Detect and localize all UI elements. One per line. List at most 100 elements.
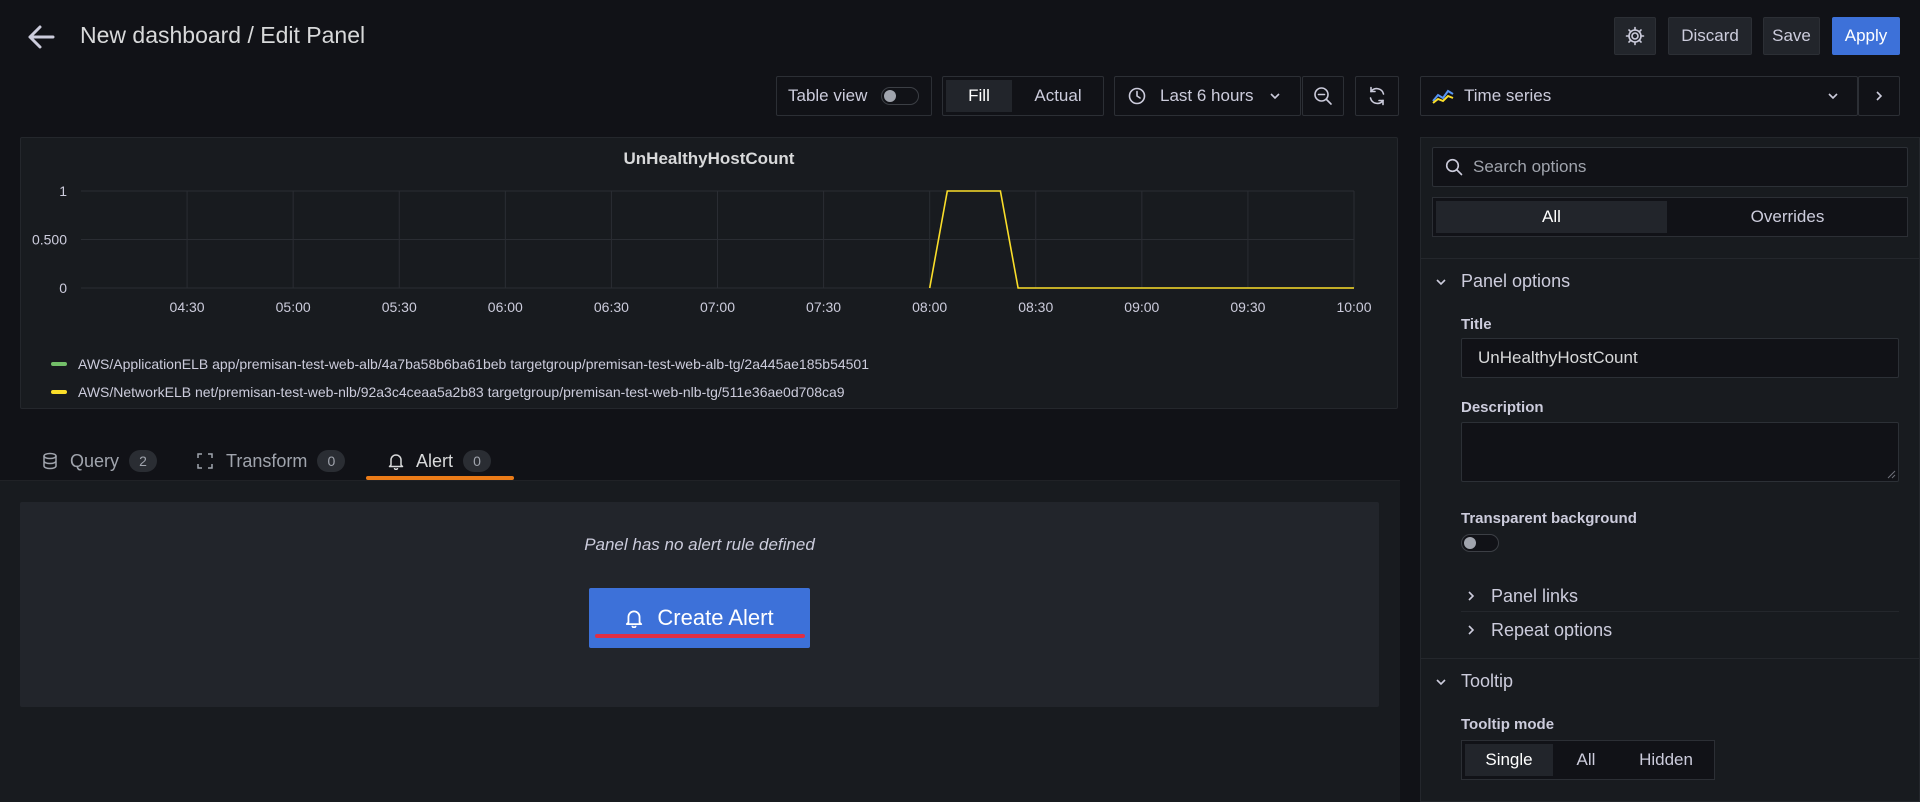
x-tick-label: 09:00 <box>1124 299 1159 315</box>
chevron-right-icon <box>1468 625 1475 635</box>
filter-overrides[interactable]: Overrides <box>1671 201 1904 233</box>
chevron-down-icon <box>1828 93 1838 100</box>
chevron-down-icon <box>1436 678 1446 685</box>
y-tick-label: 0.500 <box>32 232 67 248</box>
tooltip-mode-label: Tooltip mode <box>1461 716 1555 733</box>
panel-options-header[interactable]: Panel options <box>1435 271 1570 292</box>
transparent-bg-label: Transparent background <box>1461 510 1637 527</box>
table-view-label: Table view <box>788 86 868 105</box>
resize-handle-icon[interactable] <box>1886 469 1896 479</box>
settings-button[interactable] <box>1614 17 1656 55</box>
panel-links-header[interactable]: Panel links <box>1461 582 1899 610</box>
alert-empty-box: Panel has no alert rule defined Create A… <box>20 502 1379 707</box>
divider <box>1461 611 1899 612</box>
database-icon <box>43 452 57 470</box>
panel-options-title: Panel options <box>1461 271 1571 291</box>
x-tick-label: 05:00 <box>276 299 311 315</box>
x-tick-label: 06:30 <box>594 299 629 315</box>
y-tick-label: 0 <box>59 280 67 296</box>
legend-label: AWS/ApplicationELB app/premisan-test-web… <box>78 356 869 372</box>
page-title: New dashboard / Edit Panel <box>80 22 366 48</box>
legend-swatch <box>51 390 67 394</box>
title-field-label: Title <box>1461 316 1492 333</box>
tab-query[interactable]: Query 2 <box>42 442 158 480</box>
refresh-button[interactable] <box>1355 76 1399 116</box>
x-tick-label: 09:30 <box>1230 299 1265 315</box>
tooltip-mode-toggle: Single All Hidden <box>1461 740 1715 780</box>
tab-alert[interactable]: Alert 0 <box>388 442 492 480</box>
chevron-right-icon <box>1876 91 1883 101</box>
visualization-picker[interactable]: Time series <box>1420 76 1858 116</box>
annotation-underline <box>595 634 805 638</box>
time-range-label: Last 6 hours <box>1160 86 1254 105</box>
tooltip-mode-hidden[interactable]: Hidden <box>1619 744 1713 776</box>
options-filter-toggle: All Overrides <box>1432 197 1908 237</box>
x-tick-label: 07:30 <box>806 299 841 315</box>
tooltip-header[interactable]: Tooltip <box>1435 671 1513 692</box>
tab-transform-count: 0 <box>317 450 346 472</box>
zoom-out-button[interactable] <box>1302 76 1344 116</box>
title-field-value: UnHealthyHostCount <box>1478 348 1638 367</box>
tab-alert-label: Alert <box>416 450 454 471</box>
legend-label: AWS/NetworkELB net/premisan-test-web-nlb… <box>78 384 845 400</box>
chevron-down-icon <box>1436 278 1446 285</box>
x-tick-label: 08:00 <box>912 299 947 315</box>
legend-item[interactable]: AWS/ApplicationELB app/premisan-test-web… <box>51 350 869 378</box>
filter-all[interactable]: All <box>1436 201 1667 233</box>
chart-legend: AWS/ApplicationELB app/premisan-test-web… <box>51 350 869 406</box>
time-series-icon <box>1432 89 1454 104</box>
search-options-input[interactable]: Search options <box>1432 147 1908 187</box>
x-tick-label: 04:30 <box>170 299 205 315</box>
panel-links-label: Panel links <box>1491 585 1579 606</box>
create-alert-button[interactable]: Create Alert <box>589 588 810 648</box>
divider <box>1421 258 1919 259</box>
chevron-down-icon <box>1269 93 1280 100</box>
x-tick-label: 07:00 <box>700 299 735 315</box>
transform-icon <box>197 453 213 469</box>
legend-swatch <box>51 362 67 366</box>
bell-icon <box>626 610 643 628</box>
tooltip-title: Tooltip <box>1461 671 1514 691</box>
tab-transform-label: Transform <box>226 450 308 471</box>
tooltip-mode-all[interactable]: All <box>1556 744 1616 776</box>
time-range-picker[interactable]: Last 6 hours <box>1114 76 1301 116</box>
bell-icon <box>388 454 404 470</box>
gear-icon <box>1625 26 1645 46</box>
alert-empty-message: Panel has no alert rule defined <box>584 535 815 554</box>
x-tick-label: 10:00 <box>1336 299 1371 315</box>
apply-button[interactable]: Apply <box>1832 17 1900 55</box>
discard-button[interactable]: Discard <box>1668 17 1752 55</box>
search-options-placeholder: Search options <box>1473 157 1587 176</box>
tab-transform[interactable]: Transform 0 <box>196 442 346 480</box>
zoom-out-icon <box>1314 87 1332 105</box>
save-button[interactable]: Save <box>1763 17 1820 55</box>
tab-query-count: 2 <box>129 450 158 472</box>
actual-option[interactable]: Actual <box>1015 80 1101 112</box>
search-icon <box>1445 158 1463 176</box>
fill-option[interactable]: Fill <box>946 80 1012 112</box>
clock-icon <box>1128 87 1146 105</box>
description-field-label: Description <box>1461 399 1544 416</box>
repeat-options-label: Repeat options <box>1491 619 1613 640</box>
chart-title: UnHealthyHostCount <box>623 149 795 168</box>
chevron-right-icon <box>1468 591 1475 601</box>
legend-item[interactable]: AWS/NetworkELB net/premisan-test-web-nlb… <box>51 378 869 406</box>
x-tick-label: 08:30 <box>1018 299 1053 315</box>
title-field[interactable]: UnHealthyHostCount <box>1461 338 1899 378</box>
table-view-toggle[interactable]: Table view <box>776 76 932 116</box>
description-field[interactable] <box>1461 422 1899 482</box>
tooltip-mode-single[interactable]: Single <box>1465 744 1553 776</box>
transparent-bg-toggle[interactable] <box>1461 534 1499 552</box>
visualization-label: Time series <box>1464 86 1552 105</box>
tab-alert-count: 0 <box>463 450 492 472</box>
toggle-switch[interactable] <box>881 87 920 105</box>
time-series-chart: 1 0.500 0 04:30 05:00 05:30 06:00 06:30 07:00 07:… <box>32 183 1372 315</box>
y-tick-label: 1 <box>59 183 67 199</box>
collapse-options-button[interactable] <box>1858 76 1900 116</box>
tab-query-label: Query <box>70 450 120 471</box>
refresh-icon <box>1369 86 1385 106</box>
create-alert-label: Create Alert <box>657 605 774 630</box>
fill-actual-toggle: Fill Actual <box>942 76 1104 116</box>
back-arrow-icon[interactable] <box>26 24 56 50</box>
repeat-options-header[interactable]: Repeat options <box>1461 616 1899 644</box>
